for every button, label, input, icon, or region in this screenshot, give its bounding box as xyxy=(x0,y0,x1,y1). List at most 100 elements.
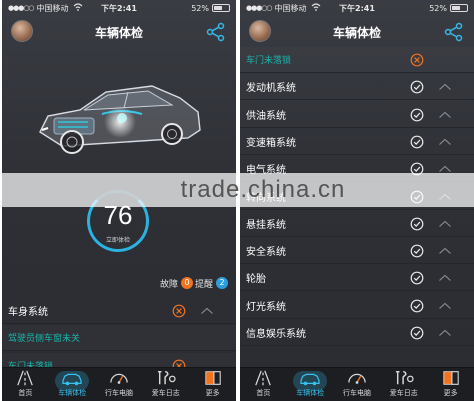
avatar[interactable] xyxy=(249,20,271,42)
sub-item-row[interactable]: 驾驶员侧车窗未关 xyxy=(2,325,236,352)
fault-count-badge: 0 xyxy=(181,277,194,289)
tab-label: 首页 xyxy=(256,389,271,397)
battery-icon xyxy=(450,4,468,12)
avatar[interactable] xyxy=(11,20,33,42)
tab-speedometer[interactable]: 行车电脑 xyxy=(96,368,143,401)
chevron-up-icon[interactable] xyxy=(438,326,452,340)
page-title: 车辆体检 xyxy=(94,25,143,40)
bottom-tab-bar: 首页 车辆体检 行车电脑 爱车日志 更多 xyxy=(240,367,474,401)
check-circle-icon xyxy=(410,108,424,121)
sub-item-row[interactable]: 车门未落锁 xyxy=(240,47,474,73)
tab-road[interactable]: 首页 xyxy=(240,368,287,401)
error-x-icon xyxy=(410,53,424,67)
tab-label: 首页 xyxy=(18,389,33,397)
tab-car[interactable]: 车辆体检 xyxy=(49,368,96,401)
battery-percent: 52% xyxy=(429,3,447,13)
tab-road[interactable]: 首页 xyxy=(2,368,49,401)
book-icon xyxy=(442,371,459,385)
system-row[interactable]: 车身系统 xyxy=(2,298,236,324)
tab-tools[interactable]: 爱车日志 xyxy=(380,368,427,401)
car-xray-illustration xyxy=(39,85,201,154)
start-check-caption[interactable]: 立即体检 xyxy=(87,235,149,244)
wifi-icon xyxy=(311,3,321,13)
carrier-label: 中国移动 xyxy=(274,3,307,13)
remind-label: 提醒 xyxy=(195,279,214,290)
check-circle-icon xyxy=(410,271,424,285)
remind-legend: 提醒 2 xyxy=(195,276,229,290)
fault-label: 故障 xyxy=(160,279,179,290)
system-label: 车身系统 xyxy=(8,307,48,318)
tools-icon xyxy=(157,370,176,385)
system-label: 轮胎 xyxy=(246,274,266,286)
error-x-icon xyxy=(172,304,186,318)
watermark-overlay: trade.china.cn xyxy=(0,173,474,207)
share-icon[interactable] xyxy=(206,22,226,42)
system-row[interactable]: 灯光系统 xyxy=(240,293,474,319)
tools-icon xyxy=(395,370,414,385)
chevron-up-icon[interactable] xyxy=(438,271,452,285)
system-label: 供油系统 xyxy=(246,110,286,122)
chevron-up-icon[interactable] xyxy=(438,135,452,149)
system-label: 灯光系统 xyxy=(246,301,286,313)
battery-icon xyxy=(212,4,230,12)
signal-icon: ●●●○○ xyxy=(8,4,35,12)
chevron-up-icon[interactable] xyxy=(438,244,452,258)
speedometer-icon xyxy=(348,373,366,384)
tab-label: 爱车日志 xyxy=(389,389,418,397)
chevron-up-icon[interactable] xyxy=(438,108,452,122)
system-row[interactable]: 安全系统 xyxy=(240,238,474,265)
fault-legend: 故障 0 xyxy=(160,276,194,290)
tab-book[interactable]: 更多 xyxy=(427,368,474,401)
system-row[interactable]: 供油系统 xyxy=(240,102,474,128)
carrier-label: 中国移动 xyxy=(36,3,69,13)
status-bar: ●●●○○ 中国移动 下午2:41 52% xyxy=(240,0,474,16)
system-row[interactable]: 发动机系统 xyxy=(240,74,474,101)
tab-tools[interactable]: 爱车日志 xyxy=(142,368,189,401)
nav-bar: 车辆体检 xyxy=(240,16,474,48)
book-icon xyxy=(204,371,221,385)
sub-item-label: 车门未落锁 xyxy=(246,56,292,66)
tab-label: 行车电脑 xyxy=(342,389,371,397)
chevron-up-icon[interactable] xyxy=(200,304,214,318)
check-circle-icon xyxy=(410,244,424,258)
system-label: 变速箱系统 xyxy=(246,137,296,149)
tab-label: 行车电脑 xyxy=(104,389,133,397)
chevron-up-icon[interactable] xyxy=(438,80,452,94)
system-label: 安全系统 xyxy=(246,247,286,259)
bottom-tab-bar: 首页 车辆体检 行车电脑 爱车日志 更多 xyxy=(2,367,236,401)
car-icon xyxy=(300,373,320,386)
tab-label: 更多 xyxy=(443,389,458,397)
system-label: 悬挂系统 xyxy=(246,219,286,231)
chevron-up-icon[interactable] xyxy=(438,299,452,313)
check-circle-icon xyxy=(410,326,424,340)
check-circle-icon xyxy=(410,217,424,231)
battery-percent: 52% xyxy=(191,3,209,13)
check-circle-icon xyxy=(410,299,424,313)
remind-count-badge: 2 xyxy=(216,277,229,289)
tab-label: 更多 xyxy=(205,389,220,397)
system-row[interactable]: 变速箱系统 xyxy=(240,129,474,155)
share-icon[interactable] xyxy=(444,22,464,42)
road-icon xyxy=(17,370,34,386)
system-row[interactable]: 悬挂系统 xyxy=(240,211,474,237)
tab-speedometer[interactable]: 行车电脑 xyxy=(334,368,381,401)
signal-icon: ●●●○○ xyxy=(246,4,273,12)
car-icon xyxy=(62,373,82,386)
chevron-up-icon[interactable] xyxy=(438,217,452,231)
system-row[interactable]: 信息娱乐系统 xyxy=(240,320,474,346)
tab-book[interactable]: 更多 xyxy=(189,368,236,401)
check-circle-icon xyxy=(410,80,424,94)
wifi-icon xyxy=(73,3,83,13)
nav-bar: 车辆体检 xyxy=(2,16,236,48)
system-label: 发动机系统 xyxy=(246,83,296,95)
sub-item-label: 驾驶员侧车窗未关 xyxy=(8,334,81,345)
system-label: 信息娱乐系统 xyxy=(246,329,306,340)
tab-car[interactable]: 车辆体检 xyxy=(287,368,334,401)
road-icon xyxy=(255,370,272,386)
tab-label: 爱车日志 xyxy=(151,389,180,397)
system-row[interactable]: 轮胎 xyxy=(240,265,474,292)
clock: 下午2:41 xyxy=(101,3,137,13)
check-circle-icon xyxy=(410,135,424,149)
speedometer-icon xyxy=(110,373,128,384)
page-title: 车辆体检 xyxy=(332,25,381,40)
